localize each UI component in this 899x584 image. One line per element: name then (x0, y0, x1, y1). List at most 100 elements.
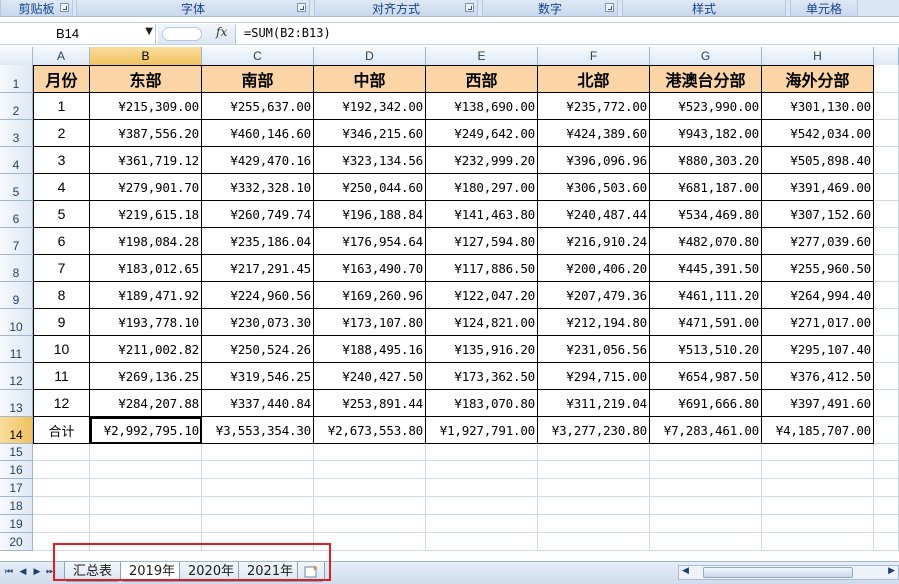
month-cell[interactable]: 3 (33, 147, 90, 174)
value-cell[interactable]: ¥279,901.70 (90, 174, 202, 201)
value-cell[interactable]: ¥307,152.60 (762, 201, 874, 228)
total-label-cell[interactable]: 合计 (33, 417, 90, 444)
empty-cell[interactable] (874, 282, 899, 309)
value-cell[interactable]: ¥189,471.92 (90, 282, 202, 309)
value-cell[interactable]: ¥249,642.00 (426, 120, 538, 147)
empty-cell[interactable] (874, 515, 899, 533)
value-cell[interactable]: ¥232,999.20 (426, 147, 538, 174)
column-title-cell[interactable]: 西部 (426, 65, 538, 93)
empty-cell[interactable] (874, 444, 899, 461)
value-cell[interactable]: ¥323,134.56 (314, 147, 426, 174)
value-cell[interactable]: ¥235,186.04 (202, 228, 314, 255)
empty-cell[interactable] (202, 515, 314, 533)
empty-cell[interactable] (426, 533, 538, 551)
value-cell[interactable]: ¥311,219.04 (538, 390, 650, 417)
total-cell[interactable]: ¥7,283,461.00 (650, 417, 762, 444)
value-cell[interactable]: ¥200,406.20 (538, 255, 650, 282)
empty-cell[interactable] (874, 336, 899, 363)
value-cell[interactable]: ¥124,821.00 (426, 309, 538, 336)
formula-input[interactable]: =SUM(B2:B13) (244, 26, 331, 40)
value-cell[interactable]: ¥135,916.20 (426, 336, 538, 363)
column-header-h[interactable]: H (762, 47, 874, 65)
empty-cell[interactable] (538, 444, 650, 461)
value-cell[interactable]: ¥376,412.50 (762, 363, 874, 390)
empty-cell[interactable] (650, 444, 762, 461)
column-header-b[interactable]: B (90, 47, 202, 65)
active-cell[interactable]: ¥2,992,795.10 (90, 417, 202, 444)
value-cell[interactable]: ¥240,487.44 (538, 201, 650, 228)
column-title-cell[interactable]: 东部 (90, 65, 202, 93)
value-cell[interactable]: ¥188,495.16 (314, 336, 426, 363)
value-cell[interactable]: ¥264,994.40 (762, 282, 874, 309)
value-cell[interactable]: ¥424,389.60 (538, 120, 650, 147)
value-cell[interactable]: ¥163,490.70 (314, 255, 426, 282)
row-header-8[interactable]: 8 (0, 255, 33, 282)
value-cell[interactable]: ¥169,260.96 (314, 282, 426, 309)
month-cell[interactable]: 6 (33, 228, 90, 255)
value-cell[interactable]: ¥361,719.12 (90, 147, 202, 174)
empty-cell[interactable] (874, 390, 899, 417)
empty-cell[interactable] (90, 515, 202, 533)
value-cell[interactable]: ¥306,503.60 (538, 174, 650, 201)
chevron-down-icon[interactable]: ▼ (145, 26, 153, 37)
empty-cell[interactable] (426, 461, 538, 479)
empty-cell[interactable] (874, 174, 899, 201)
empty-cell[interactable] (874, 93, 899, 120)
dialog-launcher-icon[interactable] (297, 3, 306, 12)
value-cell[interactable]: ¥198,084.28 (90, 228, 202, 255)
empty-cell[interactable] (202, 461, 314, 479)
value-cell[interactable]: ¥294,715.00 (538, 363, 650, 390)
empty-cell[interactable] (538, 533, 650, 551)
month-cell[interactable]: 11 (33, 363, 90, 390)
total-cell[interactable]: ¥3,277,230.80 (538, 417, 650, 444)
value-cell[interactable]: ¥122,047.20 (426, 282, 538, 309)
empty-cell[interactable] (314, 497, 426, 515)
value-cell[interactable]: ¥396,096.96 (538, 147, 650, 174)
prev-sheet-icon[interactable]: ◀ (18, 566, 28, 578)
value-cell[interactable]: ¥346,215.60 (314, 120, 426, 147)
value-cell[interactable]: ¥196,188.84 (314, 201, 426, 228)
month-cell[interactable]: 7 (33, 255, 90, 282)
value-cell[interactable]: ¥681,187.00 (650, 174, 762, 201)
formula-bar-resize-handle[interactable] (162, 27, 202, 41)
horizontal-scrollbar[interactable]: ◀ ▶ (678, 565, 899, 580)
empty-cell[interactable] (314, 479, 426, 497)
empty-cell[interactable] (762, 479, 874, 497)
row-header-9[interactable]: 9 (0, 282, 33, 309)
value-cell[interactable]: ¥215,309.00 (90, 93, 202, 120)
value-cell[interactable]: ¥192,342.00 (314, 93, 426, 120)
value-cell[interactable]: ¥271,017.00 (762, 309, 874, 336)
empty-cell[interactable] (314, 444, 426, 461)
value-cell[interactable]: ¥240,427.50 (314, 363, 426, 390)
value-cell[interactable]: ¥250,044.60 (314, 174, 426, 201)
empty-cell[interactable] (762, 497, 874, 515)
value-cell[interactable]: ¥943,182.00 (650, 120, 762, 147)
empty-cell[interactable] (650, 515, 762, 533)
empty-cell[interactable] (762, 515, 874, 533)
empty-cell[interactable] (650, 497, 762, 515)
row-header-2[interactable]: 2 (0, 93, 33, 120)
column-title-cell[interactable]: 北部 (538, 65, 650, 93)
empty-cell[interactable] (426, 515, 538, 533)
row-header-10[interactable]: 10 (0, 309, 33, 336)
empty-cell[interactable] (426, 497, 538, 515)
value-cell[interactable]: ¥216,910.24 (538, 228, 650, 255)
value-cell[interactable]: ¥269,136.25 (90, 363, 202, 390)
row-header-14[interactable]: 14 (0, 417, 33, 444)
value-cell[interactable]: ¥183,070.80 (426, 390, 538, 417)
value-cell[interactable]: ¥224,960.56 (202, 282, 314, 309)
value-cell[interactable]: ¥255,960.50 (762, 255, 874, 282)
total-cell[interactable]: ¥3,553,354.30 (202, 417, 314, 444)
empty-cell[interactable] (762, 444, 874, 461)
column-header-a[interactable]: A (33, 47, 90, 65)
value-cell[interactable]: ¥138,690.00 (426, 93, 538, 120)
value-cell[interactable]: ¥429,470.16 (202, 147, 314, 174)
value-cell[interactable]: ¥173,107.80 (314, 309, 426, 336)
empty-cell[interactable] (650, 461, 762, 479)
value-cell[interactable]: ¥193,778.10 (90, 309, 202, 336)
value-cell[interactable]: ¥141,463.80 (426, 201, 538, 228)
column-header-e[interactable]: E (426, 47, 538, 65)
empty-cell[interactable] (650, 533, 762, 551)
empty-cell[interactable] (874, 120, 899, 147)
empty-cell[interactable] (33, 444, 90, 461)
